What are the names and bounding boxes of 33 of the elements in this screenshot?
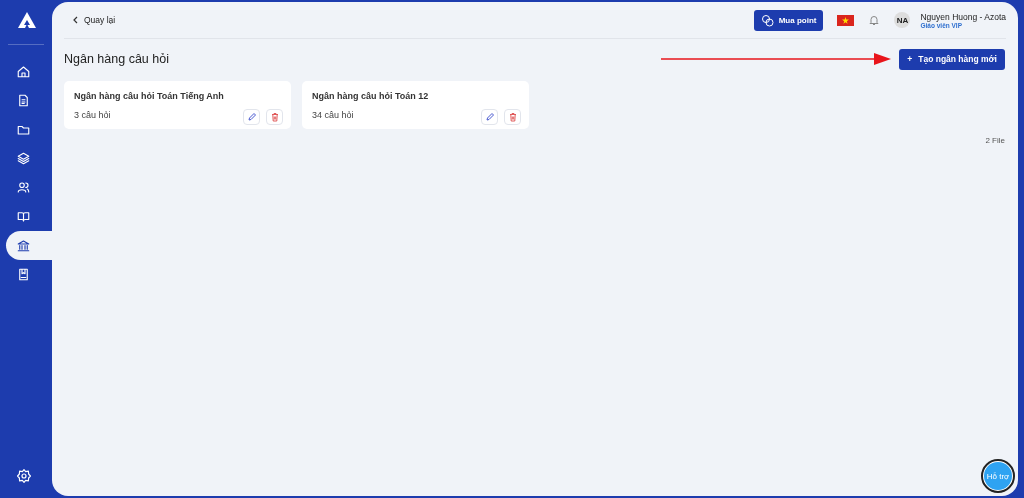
pencil-icon (484, 112, 495, 122)
chevron-left-icon (72, 16, 78, 24)
page-title: Ngân hàng câu hỏi (64, 52, 169, 66)
flag-icon[interactable] (837, 14, 855, 26)
user-avatar[interactable]: NA (894, 12, 911, 28)
user-name: Nguyen Huong - Azota (920, 11, 1006, 22)
plus-icon: + (907, 54, 913, 64)
bank-icon (16, 238, 31, 253)
back-link[interactable]: Quay lại (72, 15, 116, 25)
file-count: 2 File (985, 136, 1005, 145)
layers-icon (16, 151, 31, 166)
bank-card[interactable]: Ngân hàng câu hỏi Toán 12 34 câu hỏi (302, 81, 529, 129)
coins-icon (760, 13, 774, 27)
bell-icon[interactable] (868, 14, 881, 26)
delete-button[interactable] (504, 109, 521, 125)
document-icon (16, 93, 31, 108)
users-icon (16, 180, 31, 195)
bank-name[interactable]: Ngân hàng câu hỏi Toán Tiếng Anh (74, 91, 283, 101)
trash-icon (507, 112, 518, 122)
delete-button[interactable] (266, 109, 283, 125)
settings-icon[interactable] (16, 468, 32, 484)
question-count: 34 câu hỏi (312, 110, 354, 120)
notebook-icon (16, 267, 31, 282)
bank-card[interactable]: Ngân hàng câu hỏi Toán Tiếng Anh 3 câu hỏi (64, 81, 291, 129)
pencil-icon (246, 112, 257, 122)
home-icon (16, 64, 31, 79)
trash-icon (269, 112, 280, 122)
question-count: 3 câu hỏi (74, 110, 111, 120)
book-icon (16, 209, 31, 224)
buy-points-button[interactable]: Mua point (753, 9, 824, 31)
create-bank-button[interactable]: + Tạo ngân hàng mới (899, 48, 1005, 70)
bank-name[interactable]: Ngân hàng câu hỏi Toán 12 (312, 91, 521, 101)
sidebar-item[interactable] (6, 231, 52, 260)
